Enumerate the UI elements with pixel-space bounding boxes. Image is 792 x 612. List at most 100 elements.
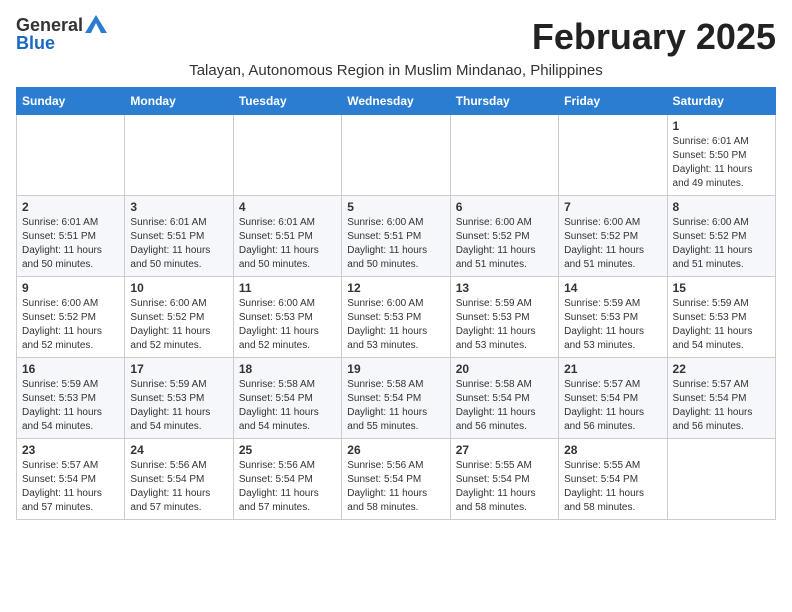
day-number: 11 bbox=[239, 281, 336, 295]
day-info: Sunrise: 5:56 AM Sunset: 5:54 PM Dayligh… bbox=[239, 459, 336, 515]
calendar-header-row: SundayMondayTuesdayWednesdayThursdayFrid… bbox=[17, 88, 776, 115]
day-number: 22 bbox=[673, 362, 770, 376]
calendar-body: 1 Sunrise: 6:01 AM Sunset: 5:50 PM Daylig… bbox=[17, 115, 776, 520]
day-info: Sunrise: 6:00 AM Sunset: 5:51 PM Dayligh… bbox=[347, 216, 444, 272]
day-info: Sunrise: 6:01 AM Sunset: 5:50 PM Dayligh… bbox=[673, 135, 770, 191]
calendar-day-cell: 12Sunrise: 6:00 AM Sunset: 5:53 PM Dayli… bbox=[342, 277, 450, 358]
calendar-day-cell bbox=[233, 115, 341, 196]
calendar-day-cell: 5 Sunrise: 6:00 AM Sunset: 5:51 PM Daylig… bbox=[342, 196, 450, 277]
day-number: 1 bbox=[673, 119, 770, 133]
day-info: Sunrise: 5:59 AM Sunset: 5:53 PM Dayligh… bbox=[564, 297, 661, 353]
calendar-day-cell: 3 Sunrise: 6:01 AM Sunset: 5:51 PM Daylig… bbox=[125, 196, 233, 277]
day-info: Sunrise: 6:00 AM Sunset: 5:53 PM Dayligh… bbox=[239, 297, 336, 353]
day-number: 21 bbox=[564, 362, 661, 376]
day-info: Sunrise: 5:58 AM Sunset: 5:54 PM Dayligh… bbox=[456, 378, 553, 434]
calendar-day-cell: 17Sunrise: 5:59 AM Sunset: 5:53 PM Dayli… bbox=[125, 358, 233, 439]
logo: General Blue bbox=[16, 16, 107, 52]
calendar-day-cell bbox=[450, 115, 558, 196]
calendar-week-row: 1 Sunrise: 6:01 AM Sunset: 5:50 PM Daylig… bbox=[17, 115, 776, 196]
day-info: Sunrise: 5:58 AM Sunset: 5:54 PM Dayligh… bbox=[239, 378, 336, 434]
day-info: Sunrise: 5:55 AM Sunset: 5:54 PM Dayligh… bbox=[456, 459, 553, 515]
calendar-day-cell: 26 Sunrise: 5:56 AM Sunset: 5:54 PM Dayli… bbox=[342, 439, 450, 520]
calendar-week-row: 16 Sunrise: 5:59 AM Sunset: 5:53 PM Dayli… bbox=[17, 358, 776, 439]
day-number: 28 bbox=[564, 443, 661, 457]
calendar-day-header: Thursday bbox=[450, 88, 558, 115]
day-info: Sunrise: 5:55 AM Sunset: 5:54 PM Dayligh… bbox=[564, 459, 661, 515]
day-number: 10 bbox=[130, 281, 227, 295]
calendar-day-cell: 19Sunrise: 5:58 AM Sunset: 5:54 PM Dayli… bbox=[342, 358, 450, 439]
calendar-week-row: 9 Sunrise: 6:00 AM Sunset: 5:52 PM Daylig… bbox=[17, 277, 776, 358]
day-number: 16 bbox=[22, 362, 119, 376]
month-title: February 2025 bbox=[532, 16, 776, 58]
day-number: 3 bbox=[130, 200, 227, 214]
logo-blue-text: Blue bbox=[16, 34, 55, 52]
day-info: Sunrise: 5:57 AM Sunset: 5:54 PM Dayligh… bbox=[673, 378, 770, 434]
header: General Blue February 2025 bbox=[16, 16, 776, 58]
day-number: 4 bbox=[239, 200, 336, 214]
calendar-day-cell: 28 Sunrise: 5:55 AM Sunset: 5:54 PM Dayli… bbox=[559, 439, 667, 520]
day-info: Sunrise: 6:00 AM Sunset: 5:52 PM Dayligh… bbox=[22, 297, 119, 353]
calendar-day-cell: 2 Sunrise: 6:01 AM Sunset: 5:51 PM Daylig… bbox=[17, 196, 125, 277]
calendar-day-cell: 16 Sunrise: 5:59 AM Sunset: 5:53 PM Dayli… bbox=[17, 358, 125, 439]
day-number: 20 bbox=[456, 362, 553, 376]
calendar-day-cell bbox=[17, 115, 125, 196]
calendar-day-cell: 23 Sunrise: 5:57 AM Sunset: 5:54 PM Dayli… bbox=[17, 439, 125, 520]
calendar-day-cell: 27 Sunrise: 5:55 AM Sunset: 5:54 PM Dayli… bbox=[450, 439, 558, 520]
calendar-day-header: Monday bbox=[125, 88, 233, 115]
calendar-day-cell bbox=[342, 115, 450, 196]
day-info: Sunrise: 6:01 AM Sunset: 5:51 PM Dayligh… bbox=[239, 216, 336, 272]
day-info: Sunrise: 5:59 AM Sunset: 5:53 PM Dayligh… bbox=[22, 378, 119, 434]
day-number: 27 bbox=[456, 443, 553, 457]
calendar-day-cell bbox=[125, 115, 233, 196]
day-number: 9 bbox=[22, 281, 119, 295]
day-info: Sunrise: 6:01 AM Sunset: 5:51 PM Dayligh… bbox=[22, 216, 119, 272]
calendar-week-row: 23 Sunrise: 5:57 AM Sunset: 5:54 PM Dayli… bbox=[17, 439, 776, 520]
calendar-day-cell: 13Sunrise: 5:59 AM Sunset: 5:53 PM Dayli… bbox=[450, 277, 558, 358]
day-info: Sunrise: 6:01 AM Sunset: 5:51 PM Dayligh… bbox=[130, 216, 227, 272]
day-number: 2 bbox=[22, 200, 119, 214]
day-number: 5 bbox=[347, 200, 444, 214]
day-info: Sunrise: 5:59 AM Sunset: 5:53 PM Dayligh… bbox=[673, 297, 770, 353]
day-info: Sunrise: 6:00 AM Sunset: 5:52 PM Dayligh… bbox=[130, 297, 227, 353]
calendar-day-cell: 8Sunrise: 6:00 AM Sunset: 5:52 PM Daylig… bbox=[667, 196, 775, 277]
calendar-day-cell bbox=[559, 115, 667, 196]
day-number: 24 bbox=[130, 443, 227, 457]
calendar-day-cell: 15 Sunrise: 5:59 AM Sunset: 5:53 PM Dayli… bbox=[667, 277, 775, 358]
day-info: Sunrise: 6:00 AM Sunset: 5:52 PM Dayligh… bbox=[564, 216, 661, 272]
day-info: Sunrise: 5:59 AM Sunset: 5:53 PM Dayligh… bbox=[456, 297, 553, 353]
calendar-day-cell: 4 Sunrise: 6:01 AM Sunset: 5:51 PM Daylig… bbox=[233, 196, 341, 277]
logo-icon bbox=[85, 15, 107, 33]
calendar-week-row: 2 Sunrise: 6:01 AM Sunset: 5:51 PM Daylig… bbox=[17, 196, 776, 277]
day-info: Sunrise: 6:00 AM Sunset: 5:53 PM Dayligh… bbox=[347, 297, 444, 353]
subtitle: Talayan, Autonomous Region in Muslim Min… bbox=[16, 62, 776, 79]
day-number: 14 bbox=[564, 281, 661, 295]
calendar-day-header: Wednesday bbox=[342, 88, 450, 115]
day-info: Sunrise: 5:58 AM Sunset: 5:54 PM Dayligh… bbox=[347, 378, 444, 434]
day-info: Sunrise: 5:56 AM Sunset: 5:54 PM Dayligh… bbox=[347, 459, 444, 515]
calendar-day-cell: 21 Sunrise: 5:57 AM Sunset: 5:54 PM Dayli… bbox=[559, 358, 667, 439]
day-info: Sunrise: 5:57 AM Sunset: 5:54 PM Dayligh… bbox=[22, 459, 119, 515]
logo-general-text: General bbox=[16, 16, 83, 34]
calendar-day-header: Saturday bbox=[667, 88, 775, 115]
calendar-day-header: Sunday bbox=[17, 88, 125, 115]
day-number: 23 bbox=[22, 443, 119, 457]
day-number: 18 bbox=[239, 362, 336, 376]
day-info: Sunrise: 6:00 AM Sunset: 5:52 PM Dayligh… bbox=[456, 216, 553, 272]
calendar-day-cell: 20 Sunrise: 5:58 AM Sunset: 5:54 PM Dayli… bbox=[450, 358, 558, 439]
calendar-day-cell: 1 Sunrise: 6:01 AM Sunset: 5:50 PM Daylig… bbox=[667, 115, 775, 196]
calendar-day-header: Friday bbox=[559, 88, 667, 115]
calendar-day-cell: 9 Sunrise: 6:00 AM Sunset: 5:52 PM Daylig… bbox=[17, 277, 125, 358]
calendar-day-cell: 18 Sunrise: 5:58 AM Sunset: 5:54 PM Dayli… bbox=[233, 358, 341, 439]
calendar-day-cell: 10 Sunrise: 6:00 AM Sunset: 5:52 PM Dayli… bbox=[125, 277, 233, 358]
calendar-day-cell: 7Sunrise: 6:00 AM Sunset: 5:52 PM Daylig… bbox=[559, 196, 667, 277]
calendar-day-header: Tuesday bbox=[233, 88, 341, 115]
day-number: 25 bbox=[239, 443, 336, 457]
day-info: Sunrise: 5:57 AM Sunset: 5:54 PM Dayligh… bbox=[564, 378, 661, 434]
calendar-day-cell: 24 Sunrise: 5:56 AM Sunset: 5:54 PM Dayli… bbox=[125, 439, 233, 520]
day-number: 15 bbox=[673, 281, 770, 295]
calendar-day-cell: 25 Sunrise: 5:56 AM Sunset: 5:54 PM Dayli… bbox=[233, 439, 341, 520]
day-info: Sunrise: 5:56 AM Sunset: 5:54 PM Dayligh… bbox=[130, 459, 227, 515]
day-number: 26 bbox=[347, 443, 444, 457]
day-info: Sunrise: 5:59 AM Sunset: 5:53 PM Dayligh… bbox=[130, 378, 227, 434]
calendar-day-cell: 22 Sunrise: 5:57 AM Sunset: 5:54 PM Dayli… bbox=[667, 358, 775, 439]
